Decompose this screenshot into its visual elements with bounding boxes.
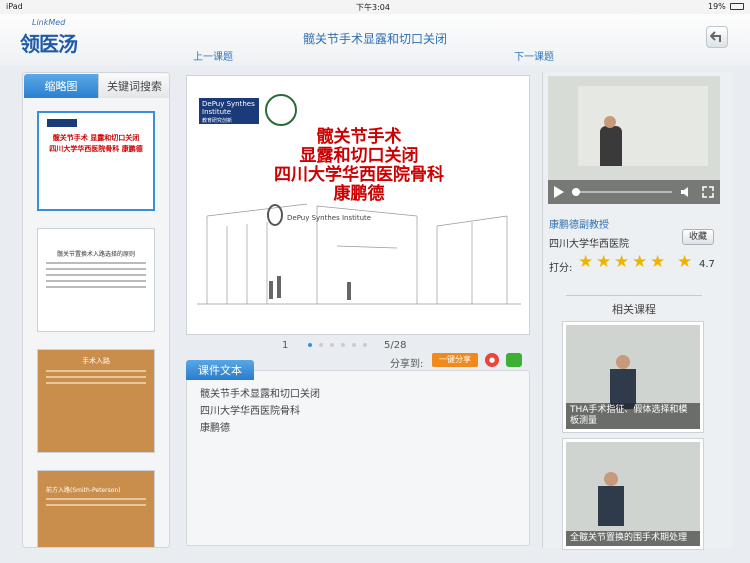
thumb-title: 髋关节手术 显露和切口关闭 四川大学华西医院骨科 康鹏德 (49, 134, 143, 153)
teacher-hospital: 四川大学华西医院 (549, 239, 629, 250)
thumb-text-line (46, 274, 146, 276)
page-counter: 5/28 (384, 340, 407, 351)
thumb-logo (47, 119, 77, 127)
progress-track[interactable] (572, 191, 672, 193)
back-button[interactable] (706, 26, 728, 48)
battery-icon (730, 3, 744, 10)
fullscreen-icon[interactable] (702, 186, 714, 198)
text-line-3: 康鹏德 (200, 423, 230, 434)
clock: 下午3:04 (356, 3, 390, 12)
header: LinkMed 领医汤 髋关节手术显露和切口关闭 上一课题 下一课题 (0, 14, 750, 66)
tab-keyword-search[interactable]: 关键词搜索 (98, 74, 169, 98)
rating-star-icon: ★ (677, 252, 693, 272)
thumb-text-line (46, 504, 146, 506)
slide-thumbnail-4[interactable]: 前方入路(Smith-Peterson) (37, 470, 155, 547)
volume-icon[interactable] (680, 186, 694, 198)
star-icon[interactable]: ★ (650, 252, 665, 272)
video-player[interactable] (548, 76, 720, 204)
thumb-heading: 髋关节置换术入路选择的原则 (56, 251, 135, 258)
rating-label: 打分: (549, 263, 573, 274)
rating-value: 4.7 (699, 259, 715, 270)
brand-mark-icon (267, 204, 283, 226)
share-label: 分享到: (390, 359, 424, 370)
slide-thumbnail-3[interactable]: 手术入路 (37, 349, 155, 453)
back-arrow-icon (710, 31, 721, 42)
favorite-button[interactable]: 收藏 (682, 229, 714, 245)
logo-en: LinkMed (32, 18, 66, 27)
teacher-name[interactable]: 康鹏德副教授 (549, 216, 609, 231)
thumb-text-line (46, 280, 146, 282)
thumb-text-line (46, 370, 146, 372)
prev-lesson-button[interactable]: 上一课题 (193, 48, 233, 63)
device-label: iPad (6, 2, 23, 11)
page-dot[interactable] (352, 343, 356, 347)
thumb-text-line (46, 286, 146, 288)
presenter (598, 486, 624, 526)
battery-level: 19% (708, 2, 726, 11)
text-line-1: 髋关节手术显露和切口关闭 (200, 389, 320, 400)
related-thumbnail: 全髋关节置换的围手术期处理 (566, 442, 700, 546)
app-logo: LinkMed 领医汤 (20, 18, 94, 58)
presenter (600, 126, 622, 166)
star-icon[interactable]: ★ (632, 252, 647, 272)
next-lesson-button[interactable]: 下一课题 (514, 48, 554, 63)
star-icon[interactable]: ★ (596, 252, 611, 272)
related-caption: THA手术指征、假体选择和模板测量 (566, 403, 700, 429)
divider (566, 295, 702, 296)
page-dot[interactable] (363, 343, 367, 347)
star-icon[interactable]: ★ (578, 252, 593, 272)
video-backdrop (578, 86, 708, 166)
text-line-2: 四川大学华西医院骨科 (200, 406, 300, 417)
thumb-text-line (46, 268, 146, 270)
tab-thumbnails[interactable]: 缩略图 (24, 74, 98, 98)
thumbnail-sidebar: 缩略图 关键词搜索 髋关节手术 显露和切口关闭 四川大学华西医院骨科 康鹏德 髋… (22, 72, 170, 548)
related-caption: 全髋关节置换的围手术期处理 (566, 531, 700, 546)
slide-thumbnail-2[interactable]: 髋关节置换术入路选择的原则 (37, 228, 155, 332)
presenter-head (604, 116, 616, 128)
presenter-head (616, 355, 630, 369)
thumb-text-line (46, 262, 146, 264)
star-icon[interactable]: ★ (614, 252, 629, 272)
logo-cn: 领医汤 (20, 32, 78, 56)
status-bar: iPad 下午3:04 19% (0, 0, 750, 14)
thumb-heading: 前方入路(Smith-Peterson) (46, 487, 121, 494)
thumb-heading: 手术入路 (82, 357, 110, 365)
related-thumbnail: THA手术指征、假体选择和模板测量 (566, 325, 700, 429)
page-dot[interactable] (319, 343, 323, 347)
weibo-icon[interactable]: ● (485, 353, 499, 367)
play-icon[interactable] (552, 185, 566, 199)
wechat-icon[interactable] (506, 353, 522, 367)
page-dot[interactable] (330, 343, 334, 347)
page-dot[interactable] (341, 343, 345, 347)
presenter-head (604, 472, 618, 486)
page-start: 1 (282, 340, 289, 351)
progress-knob[interactable] (572, 188, 580, 196)
related-course-2[interactable]: 全髋关节置换的围手术期处理 (562, 438, 704, 550)
main-slide[interactable]: DePuy Synthes Institute 教育研究创新 advancing… (186, 75, 530, 335)
courseware-text-tab[interactable]: 课件文本 (186, 360, 254, 380)
thumb-text-line (46, 376, 146, 378)
related-courses-heading: 相关课程 (612, 303, 656, 316)
brand-on-building: DePuy Synthes Institute (287, 214, 372, 222)
page-dot[interactable] (308, 343, 312, 347)
page-title: 髋关节手术显露和切口关闭 (302, 32, 447, 46)
related-course-1[interactable]: THA手术指征、假体选择和模板测量 (562, 321, 704, 433)
video-controls (548, 180, 720, 204)
thumb-text-line (46, 498, 146, 500)
slide-thumbnail-1[interactable]: 髋关节手术 显露和切口关闭 四川大学华西医院骨科 康鹏德 (37, 111, 155, 211)
one-click-share-button[interactable]: 一键分享 (432, 353, 478, 367)
building-sketch (197, 203, 521, 305)
thumb-text-line (46, 382, 146, 384)
